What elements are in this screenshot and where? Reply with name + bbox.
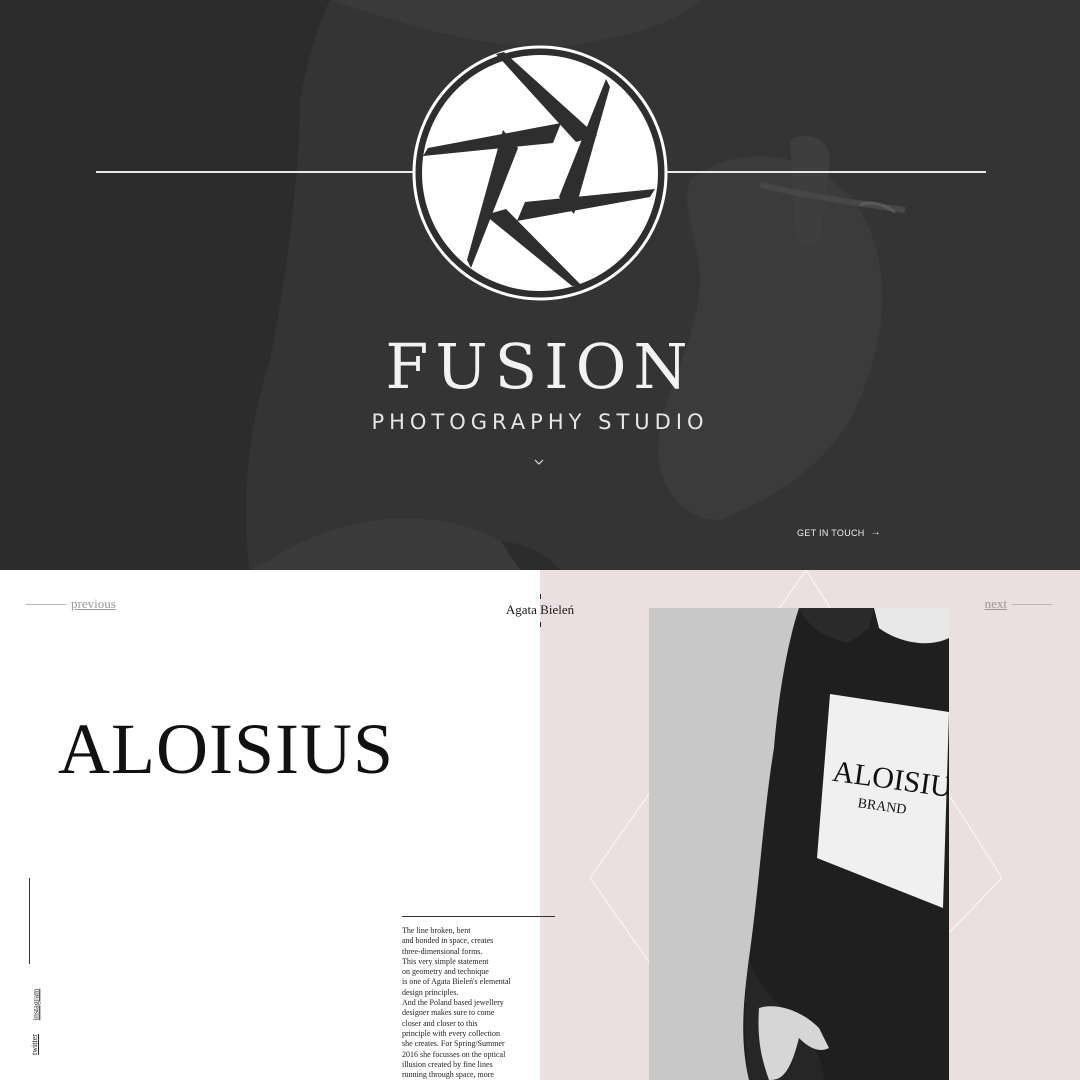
description-line: she creates. For Spring/Summer: [402, 1039, 505, 1049]
project-author: Agata Bieleń: [505, 602, 575, 617]
description-line: And the Poland based jewellery: [402, 998, 504, 1008]
description-rule: [402, 916, 555, 917]
description-line: The line broken, bent: [402, 926, 471, 935]
social-divider: [29, 878, 30, 964]
get-in-touch-label: GET IN TOUCH: [797, 527, 865, 538]
description-line: illusion created by fine lines: [402, 1059, 493, 1069]
chevron-down-icon[interactable]: [532, 455, 546, 469]
description-line: 2016 she focusses on the optical: [402, 1049, 506, 1059]
camera-aperture-icon: [412, 45, 668, 301]
previous-label: previous: [71, 596, 116, 611]
description-line: is one of Agata Bieleń's elemental: [402, 977, 511, 987]
project-description: The line broken, bent and bonded in spac…: [402, 926, 532, 1080]
project-section: previous next Agata Bieleń ALOISIUS inst…: [0, 570, 1080, 1080]
description-line: design principles.: [402, 987, 459, 997]
description-line: running through space, more: [402, 1070, 494, 1080]
hero-divider-right: [666, 171, 986, 173]
description-line: three-dimensional forms.: [402, 946, 483, 956]
arrow-right-icon: →: [870, 527, 881, 538]
description-line: closer and closer to this: [402, 1018, 478, 1028]
author-tick-bottom: [540, 622, 541, 627]
description-line: and bonded in space, creates: [402, 936, 494, 946]
brand-subtitle: PHOTOGRAPHY STUDIO: [371, 410, 709, 434]
description-line: on geometry and technique: [402, 967, 489, 977]
model-photo: ALOISIUS BRAND: [649, 608, 949, 1080]
instagram-link[interactable]: instagram: [31, 989, 40, 1021]
description-line: This very simple statement: [402, 956, 489, 966]
brand-title: FUSION: [385, 330, 695, 403]
twitter-link[interactable]: twitter: [30, 1034, 39, 1055]
get-in-touch-link[interactable]: GET IN TOUCH →: [797, 527, 881, 538]
next-dash-line: [1012, 603, 1052, 605]
hero-divider-left: [96, 171, 414, 173]
project-title: ALOISIUS: [58, 709, 395, 789]
description-line: designer makes sure to come: [402, 1008, 495, 1018]
description-line: principle with every collection: [402, 1028, 500, 1038]
hero-section: FUSION PHOTOGRAPHY STUDIO GET IN TOUCH →: [0, 0, 1080, 570]
author-tick-top: [540, 594, 541, 599]
previous-project-link[interactable]: previous: [26, 596, 116, 612]
previous-dash-line: [26, 603, 66, 605]
